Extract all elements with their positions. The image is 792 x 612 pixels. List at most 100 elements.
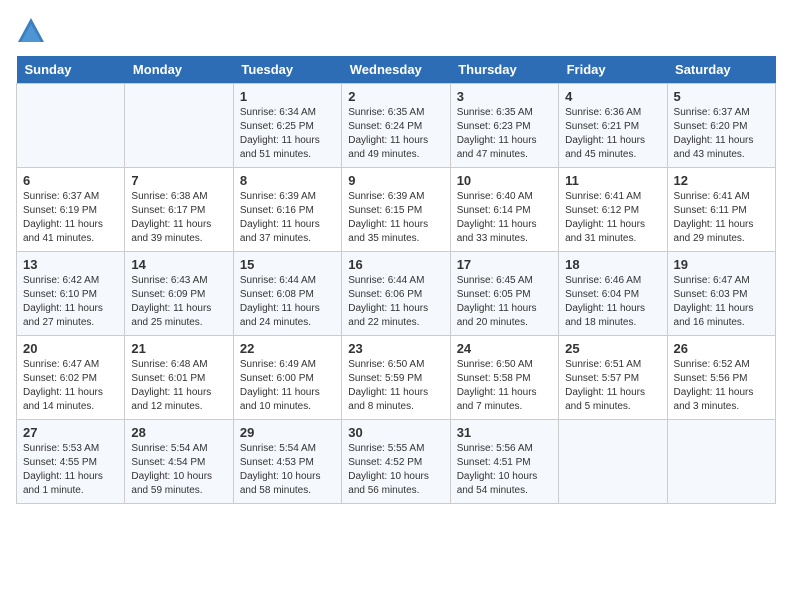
calendar-cell: 5 Sunrise: 6:37 AM Sunset: 6:20 PM Daylig…	[667, 84, 775, 168]
calendar-cell: 28 Sunrise: 5:54 AM Sunset: 4:54 PM Dayli…	[125, 420, 233, 504]
day-info: Sunrise: 5:54 AM Sunset: 4:53 PM Dayligh…	[240, 442, 335, 498]
day-info: Sunrise: 6:40 AM Sunset: 6:14 PM Dayligh…	[457, 190, 552, 246]
day-info: Sunrise: 6:37 AM Sunset: 6:20 PM Dayligh…	[674, 106, 769, 162]
calendar-header: Sunday Monday Tuesday Wednesday Thursday…	[17, 56, 776, 84]
calendar-cell: 25 Sunrise: 6:51 AM Sunset: 5:57 PM Dayli…	[559, 336, 667, 420]
day-info: Sunrise: 5:54 AM Sunset: 4:54 PM Dayligh…	[131, 442, 226, 498]
day-number: 28	[131, 425, 226, 440]
day-info: Sunrise: 6:50 AM Sunset: 5:58 PM Dayligh…	[457, 358, 552, 414]
day-number: 15	[240, 257, 335, 272]
calendar-week-row: 27Sunrise: 5:53 AM Sunset: 4:55 PM Dayli…	[17, 420, 776, 504]
day-info: Sunrise: 6:37 AM Sunset: 6:19 PM Dayligh…	[23, 190, 118, 246]
header-saturday: Saturday	[667, 56, 775, 84]
day-info: Sunrise: 6:46 AM Sunset: 6:04 PM Dayligh…	[565, 274, 660, 330]
header-thursday: Thursday	[450, 56, 558, 84]
day-number: 4	[565, 89, 660, 104]
header-sunday: Sunday	[17, 56, 125, 84]
logo	[16, 16, 50, 46]
day-info: Sunrise: 6:34 AM Sunset: 6:25 PM Dayligh…	[240, 106, 335, 162]
calendar-cell: 7 Sunrise: 6:38 AM Sunset: 6:17 PM Daylig…	[125, 168, 233, 252]
day-number: 29	[240, 425, 335, 440]
day-info: Sunrise: 6:49 AM Sunset: 6:00 PM Dayligh…	[240, 358, 335, 414]
day-info: Sunrise: 6:36 AM Sunset: 6:21 PM Dayligh…	[565, 106, 660, 162]
day-number: 14	[131, 257, 226, 272]
day-number: 19	[674, 257, 769, 272]
calendar-cell	[17, 84, 125, 168]
day-info: Sunrise: 6:44 AM Sunset: 6:06 PM Dayligh…	[348, 274, 443, 330]
day-number: 5	[674, 89, 769, 104]
day-number: 18	[565, 257, 660, 272]
calendar-cell: 27Sunrise: 5:53 AM Sunset: 4:55 PM Dayli…	[17, 420, 125, 504]
header-row: Sunday Monday Tuesday Wednesday Thursday…	[17, 56, 776, 84]
day-number: 23	[348, 341, 443, 356]
header-friday: Friday	[559, 56, 667, 84]
header-monday: Monday	[125, 56, 233, 84]
calendar-cell: 10 Sunrise: 6:40 AM Sunset: 6:14 PM Dayli…	[450, 168, 558, 252]
day-number: 13	[23, 257, 118, 272]
calendar-cell: 2Sunrise: 6:35 AM Sunset: 6:24 PM Daylig…	[342, 84, 450, 168]
calendar-cell: 13 Sunrise: 6:42 AM Sunset: 6:10 PM Dayli…	[17, 252, 125, 336]
day-number: 6	[23, 173, 118, 188]
day-info: Sunrise: 6:45 AM Sunset: 6:05 PM Dayligh…	[457, 274, 552, 330]
day-info: Sunrise: 6:35 AM Sunset: 6:23 PM Dayligh…	[457, 106, 552, 162]
day-info: Sunrise: 6:48 AM Sunset: 6:01 PM Dayligh…	[131, 358, 226, 414]
day-info: Sunrise: 6:39 AM Sunset: 6:15 PM Dayligh…	[348, 190, 443, 246]
calendar-cell	[559, 420, 667, 504]
day-info: Sunrise: 6:39 AM Sunset: 6:16 PM Dayligh…	[240, 190, 335, 246]
calendar-cell: 17 Sunrise: 6:45 AM Sunset: 6:05 PM Dayli…	[450, 252, 558, 336]
calendar-cell: 16 Sunrise: 6:44 AM Sunset: 6:06 PM Dayli…	[342, 252, 450, 336]
calendar-cell: 15 Sunrise: 6:44 AM Sunset: 6:08 PM Dayli…	[233, 252, 341, 336]
day-info: Sunrise: 6:44 AM Sunset: 6:08 PM Dayligh…	[240, 274, 335, 330]
calendar-cell: 19 Sunrise: 6:47 AM Sunset: 6:03 PM Dayli…	[667, 252, 775, 336]
calendar-cell: 26 Sunrise: 6:52 AM Sunset: 5:56 PM Dayli…	[667, 336, 775, 420]
calendar-cell	[667, 420, 775, 504]
day-info: Sunrise: 6:51 AM Sunset: 5:57 PM Dayligh…	[565, 358, 660, 414]
day-info: Sunrise: 6:43 AM Sunset: 6:09 PM Dayligh…	[131, 274, 226, 330]
calendar-week-row: 1Sunrise: 6:34 AM Sunset: 6:25 PM Daylig…	[17, 84, 776, 168]
calendar-cell: 21 Sunrise: 6:48 AM Sunset: 6:01 PM Dayli…	[125, 336, 233, 420]
day-number: 10	[457, 173, 552, 188]
day-info: Sunrise: 6:38 AM Sunset: 6:17 PM Dayligh…	[131, 190, 226, 246]
calendar-cell: 30Sunrise: 5:55 AM Sunset: 4:52 PM Dayli…	[342, 420, 450, 504]
calendar-cell: 14 Sunrise: 6:43 AM Sunset: 6:09 PM Dayli…	[125, 252, 233, 336]
header-tuesday: Tuesday	[233, 56, 341, 84]
calendar-cell: 31Sunrise: 5:56 AM Sunset: 4:51 PM Dayli…	[450, 420, 558, 504]
day-info: Sunrise: 6:41 AM Sunset: 6:12 PM Dayligh…	[565, 190, 660, 246]
header-wednesday: Wednesday	[342, 56, 450, 84]
calendar-cell: 11 Sunrise: 6:41 AM Sunset: 6:12 PM Dayli…	[559, 168, 667, 252]
calendar-cell: 3 Sunrise: 6:35 AM Sunset: 6:23 PM Daylig…	[450, 84, 558, 168]
calendar-cell: 4 Sunrise: 6:36 AM Sunset: 6:21 PM Daylig…	[559, 84, 667, 168]
day-number: 25	[565, 341, 660, 356]
day-number: 24	[457, 341, 552, 356]
day-info: Sunrise: 6:41 AM Sunset: 6:11 PM Dayligh…	[674, 190, 769, 246]
day-number: 16	[348, 257, 443, 272]
calendar-cell: 23 Sunrise: 6:50 AM Sunset: 5:59 PM Dayli…	[342, 336, 450, 420]
day-number: 21	[131, 341, 226, 356]
calendar-table: Sunday Monday Tuesday Wednesday Thursday…	[16, 56, 776, 504]
calendar-cell: 20Sunrise: 6:47 AM Sunset: 6:02 PM Dayli…	[17, 336, 125, 420]
day-number: 9	[348, 173, 443, 188]
calendar-cell: 9 Sunrise: 6:39 AM Sunset: 6:15 PM Daylig…	[342, 168, 450, 252]
day-info: Sunrise: 6:42 AM Sunset: 6:10 PM Dayligh…	[23, 274, 118, 330]
day-number: 2	[348, 89, 443, 104]
calendar-cell	[125, 84, 233, 168]
logo-icon	[16, 16, 46, 46]
day-info: Sunrise: 6:50 AM Sunset: 5:59 PM Dayligh…	[348, 358, 443, 414]
calendar-cell: 1Sunrise: 6:34 AM Sunset: 6:25 PM Daylig…	[233, 84, 341, 168]
day-number: 20	[23, 341, 118, 356]
day-info: Sunrise: 6:47 AM Sunset: 6:03 PM Dayligh…	[674, 274, 769, 330]
calendar-cell: 12 Sunrise: 6:41 AM Sunset: 6:11 PM Dayli…	[667, 168, 775, 252]
day-info: Sunrise: 5:56 AM Sunset: 4:51 PM Dayligh…	[457, 442, 552, 498]
day-number: 30	[348, 425, 443, 440]
day-number: 22	[240, 341, 335, 356]
calendar-cell: 29 Sunrise: 5:54 AM Sunset: 4:53 PM Dayli…	[233, 420, 341, 504]
calendar-cell: 24 Sunrise: 6:50 AM Sunset: 5:58 PM Dayli…	[450, 336, 558, 420]
day-number: 11	[565, 173, 660, 188]
day-number: 7	[131, 173, 226, 188]
day-number: 3	[457, 89, 552, 104]
day-number: 12	[674, 173, 769, 188]
day-number: 26	[674, 341, 769, 356]
calendar-cell: 8Sunrise: 6:39 AM Sunset: 6:16 PM Daylig…	[233, 168, 341, 252]
day-info: Sunrise: 6:52 AM Sunset: 5:56 PM Dayligh…	[674, 358, 769, 414]
day-number: 17	[457, 257, 552, 272]
